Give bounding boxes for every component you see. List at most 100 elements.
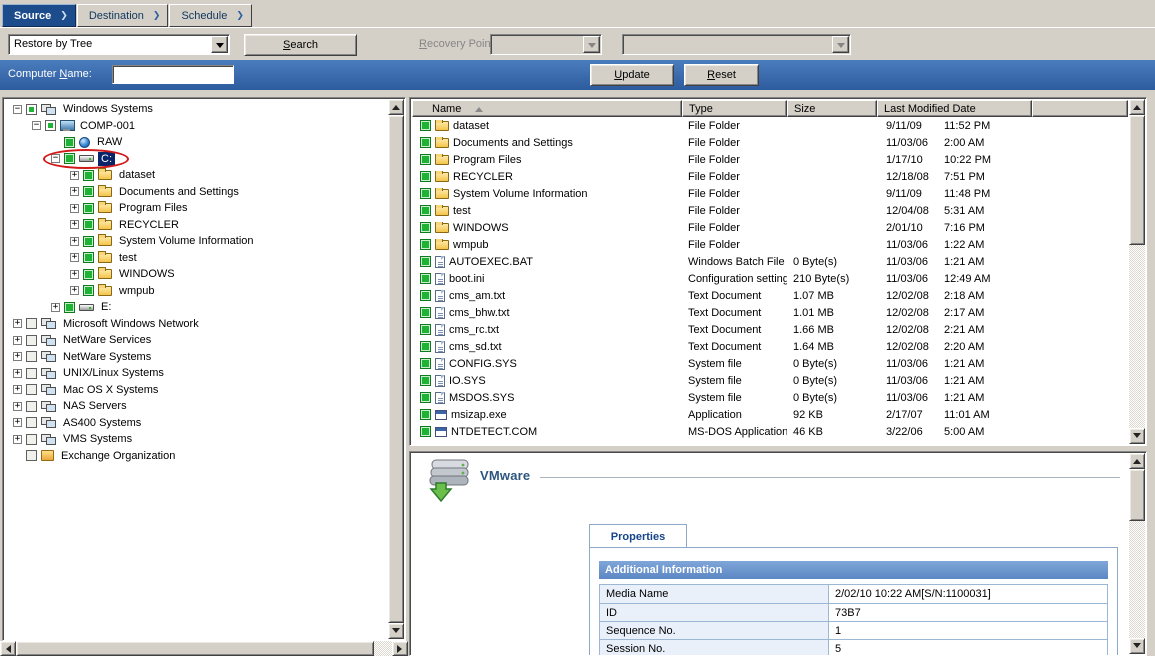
tab-schedule[interactable]: Schedule❯ <box>169 4 251 27</box>
reset-button[interactable]: Reset <box>684 64 759 86</box>
tree-checkbox[interactable] <box>26 335 37 346</box>
row-checkbox[interactable] <box>420 188 431 199</box>
scroll-left-button[interactable] <box>0 641 16 656</box>
scroll-thumb[interactable] <box>1129 469 1145 521</box>
scroll-thumb[interactable] <box>388 115 404 623</box>
tree-item[interactable]: +test <box>5 250 387 267</box>
column-header-size[interactable]: Size <box>787 100 877 117</box>
tree-checkbox[interactable] <box>26 368 37 379</box>
collapse-icon[interactable]: − <box>51 154 60 163</box>
row-checkbox[interactable] <box>420 120 431 131</box>
tree-item[interactable]: +Mac OS X Systems <box>5 382 387 399</box>
scroll-thumb[interactable] <box>16 641 374 656</box>
row-checkbox[interactable] <box>420 341 431 352</box>
expand-icon[interactable]: + <box>51 303 60 312</box>
tree-checkbox[interactable] <box>26 384 37 395</box>
row-checkbox[interactable] <box>420 358 431 369</box>
tree-horizontal-scrollbar[interactable] <box>0 641 408 656</box>
row-checkbox[interactable] <box>420 409 431 420</box>
file-row[interactable]: IO.SYSSystem file0 Byte(s)11/03/061:21 A… <box>412 372 1128 389</box>
row-checkbox[interactable] <box>420 222 431 233</box>
file-row[interactable]: testFile Folder12/04/085:31 AM <box>412 202 1128 219</box>
expand-icon[interactable]: + <box>13 336 22 345</box>
tree-item[interactable]: +wmpub <box>5 283 387 300</box>
tree-item[interactable]: +NetWare Services <box>5 332 387 349</box>
tree-item[interactable]: +Documents and Settings <box>5 184 387 201</box>
file-row[interactable]: cms_rc.txtText Document1.66 MB12/02/082:… <box>412 321 1128 338</box>
scroll-thumb[interactable] <box>1129 115 1145 245</box>
row-checkbox[interactable] <box>420 375 431 386</box>
expand-icon[interactable]: + <box>70 204 79 213</box>
tree-checkbox[interactable] <box>26 417 37 428</box>
tab-properties[interactable]: Properties <box>589 524 687 548</box>
tab-source[interactable]: Source❯ <box>2 4 76 27</box>
expand-icon[interactable]: + <box>70 270 79 279</box>
restore-mode-dropdown-icon[interactable] <box>211 36 228 53</box>
file-row[interactable]: boot.iniConfiguration settings210 Byte(s… <box>412 270 1128 287</box>
tree-checkbox[interactable] <box>83 186 94 197</box>
tree-checkbox[interactable] <box>83 219 94 230</box>
tree-item[interactable]: RAW <box>5 134 387 151</box>
row-checkbox[interactable] <box>420 256 431 267</box>
file-row[interactable]: Documents and SettingsFile Folder11/03/0… <box>412 134 1128 151</box>
tree-checkbox[interactable] <box>26 318 37 329</box>
file-row[interactable]: cms_am.txtText Document1.07 MB12/02/082:… <box>412 287 1128 304</box>
file-row[interactable]: MSDOS.SYSSystem file0 Byte(s)11/03/061:2… <box>412 389 1128 406</box>
column-header-last-modified[interactable]: Last Modified Date <box>877 100 1032 117</box>
row-checkbox[interactable] <box>420 426 431 437</box>
tree-checkbox[interactable] <box>26 401 37 412</box>
tree-vertical-scrollbar[interactable] <box>388 99 404 639</box>
scroll-down-button[interactable] <box>1129 428 1145 444</box>
expand-icon[interactable]: + <box>13 369 22 378</box>
scroll-right-button[interactable] <box>392 641 408 656</box>
expand-icon[interactable]: + <box>70 187 79 196</box>
tree-item[interactable]: −Windows Systems <box>5 101 387 118</box>
file-list-vertical-scrollbar[interactable] <box>1129 99 1145 444</box>
tree-item[interactable]: +NAS Servers <box>5 398 387 415</box>
file-row[interactable]: msizap.exeApplication92 KB2/17/0711:01 A… <box>412 406 1128 423</box>
tree-checkbox[interactable] <box>64 153 75 164</box>
scroll-down-button[interactable] <box>1129 638 1145 654</box>
row-checkbox[interactable] <box>420 137 431 148</box>
expand-icon[interactable]: + <box>70 286 79 295</box>
collapse-icon[interactable]: − <box>13 105 22 114</box>
column-header-type[interactable]: Type <box>682 100 787 117</box>
file-row[interactable]: Program FilesFile Folder1/17/1010:22 PM <box>412 151 1128 168</box>
column-header-name[interactable]: Name <box>412 100 682 117</box>
collapse-icon[interactable]: − <box>32 121 41 130</box>
tree-checkbox[interactable] <box>26 351 37 362</box>
row-checkbox[interactable] <box>420 154 431 165</box>
tree-item[interactable]: +UNIX/Linux Systems <box>5 365 387 382</box>
file-row[interactable]: NTDETECT.COMMS-DOS Application46 KB3/22/… <box>412 423 1128 440</box>
row-checkbox[interactable] <box>420 307 431 318</box>
scroll-up-button[interactable] <box>1129 453 1145 469</box>
file-row[interactable]: System Volume InformationFile Folder9/11… <box>412 185 1128 202</box>
tree-item[interactable]: Exchange Organization <box>5 448 387 465</box>
expand-icon[interactable]: + <box>70 171 79 180</box>
file-row[interactable]: wmpubFile Folder11/03/061:22 AM <box>412 236 1128 253</box>
row-checkbox[interactable] <box>420 392 431 403</box>
expand-icon[interactable]: + <box>13 435 22 444</box>
tree-checkbox[interactable] <box>83 252 94 263</box>
tree-item[interactable]: +dataset <box>5 167 387 184</box>
scroll-up-button[interactable] <box>388 99 404 115</box>
tree-item[interactable]: +WINDOWS <box>5 266 387 283</box>
tree-item[interactable]: +RECYCLER <box>5 217 387 234</box>
file-row[interactable]: WINDOWSFile Folder2/01/107:16 PM <box>412 219 1128 236</box>
tree-checkbox[interactable] <box>83 170 94 181</box>
file-row[interactable]: CONFIG.SYSSystem file0 Byte(s)11/03/061:… <box>412 355 1128 372</box>
expand-icon[interactable]: + <box>13 402 22 411</box>
tree-checkbox[interactable] <box>64 137 75 148</box>
expand-icon[interactable]: + <box>70 220 79 229</box>
tree-checkbox[interactable] <box>64 302 75 313</box>
tab-destination[interactable]: Destination❯ <box>77 4 169 27</box>
row-checkbox[interactable] <box>420 205 431 216</box>
file-row[interactable]: AUTOEXEC.BATWindows Batch File0 Byte(s)1… <box>412 253 1128 270</box>
scroll-up-button[interactable] <box>1129 99 1145 115</box>
file-row[interactable]: datasetFile Folder9/11/0911:52 PM <box>412 117 1128 134</box>
tree-checkbox[interactable] <box>83 203 94 214</box>
expand-icon[interactable]: + <box>13 418 22 427</box>
computer-name-input[interactable] <box>112 65 234 84</box>
tree-checkbox[interactable] <box>26 104 37 115</box>
tree-item[interactable]: +Microsoft Windows Network <box>5 316 387 333</box>
